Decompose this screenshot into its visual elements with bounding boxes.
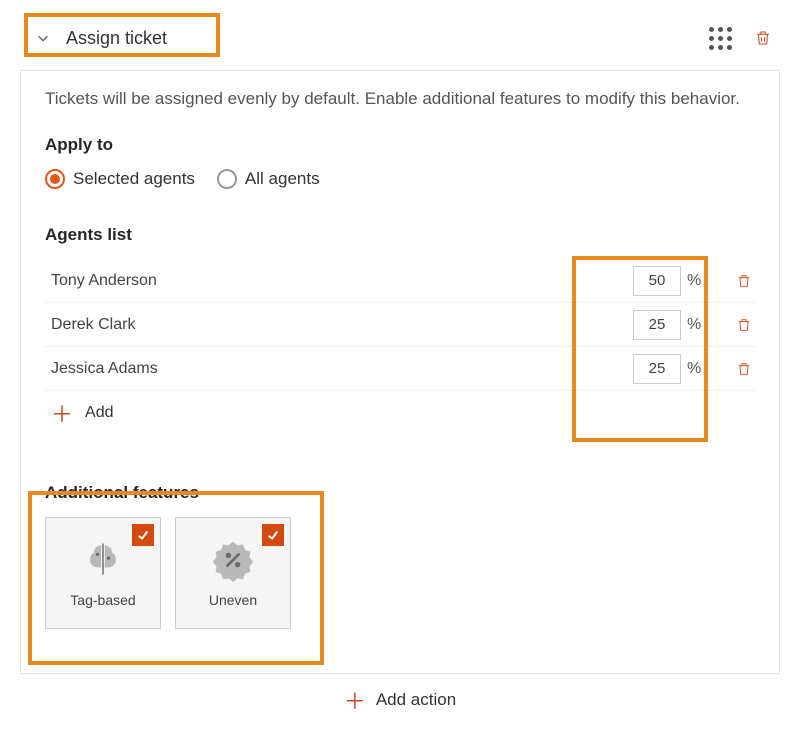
assign-ticket-card: Tickets will be assigned evenly by defau… xyxy=(20,70,780,674)
checkmark-icon xyxy=(262,524,284,546)
percent-symbol: % xyxy=(687,272,723,290)
agent-row: Derek Clark % xyxy=(45,303,755,347)
radio-dot-icon xyxy=(217,169,237,189)
delete-agent-button[interactable] xyxy=(733,270,755,292)
radio-selected-agents[interactable]: Selected agents xyxy=(45,169,195,189)
apps-grid-icon[interactable] xyxy=(706,24,734,52)
collapse-toggle[interactable]: Assign ticket xyxy=(20,22,197,55)
plus-icon: ＋ xyxy=(45,397,73,429)
plus-icon: ＋ xyxy=(344,684,366,716)
delete-panel-button[interactable] xyxy=(750,25,776,51)
radio-label: Selected agents xyxy=(73,169,195,189)
panel-header: Assign ticket xyxy=(20,14,780,62)
agent-name: Tony Anderson xyxy=(45,272,633,290)
agent-row: Jessica Adams % xyxy=(45,347,755,391)
feature-label: Tag-based xyxy=(70,592,135,608)
feature-tiles: Tag-based Uneven xyxy=(45,517,755,629)
chevron-down-icon xyxy=(36,31,50,45)
agent-percent-input[interactable] xyxy=(633,266,681,296)
delete-agent-button[interactable] xyxy=(733,314,755,336)
panel-title: Assign ticket xyxy=(66,28,167,49)
agent-percent-input[interactable] xyxy=(633,310,681,340)
agent-row: Tony Anderson % xyxy=(45,259,755,303)
delete-agent-button[interactable] xyxy=(733,358,755,380)
add-action-button[interactable]: ＋ Add action xyxy=(20,680,780,720)
agent-name: Jessica Adams xyxy=(45,360,633,378)
add-agent-label: Add xyxy=(85,404,113,422)
radio-label: All agents xyxy=(245,169,320,189)
percent-symbol: % xyxy=(687,316,723,334)
percent-badge-icon xyxy=(211,538,255,582)
brain-icon xyxy=(81,538,125,582)
apply-to-radio-group: Selected agents All agents xyxy=(45,169,755,189)
checkmark-icon xyxy=(132,524,154,546)
agent-name: Derek Clark xyxy=(45,316,633,334)
radio-all-agents[interactable]: All agents xyxy=(217,169,320,189)
agent-percent-input[interactable] xyxy=(633,354,681,384)
radio-dot-icon xyxy=(45,169,65,189)
panel-description: Tickets will be assigned evenly by defau… xyxy=(45,89,755,109)
feature-label: Uneven xyxy=(209,592,257,608)
add-action-label: Add action xyxy=(376,690,456,710)
add-agent-button[interactable]: ＋ Add xyxy=(45,391,755,435)
apply-to-title: Apply to xyxy=(45,135,755,155)
feature-tile-uneven[interactable]: Uneven xyxy=(175,517,291,629)
percent-symbol: % xyxy=(687,360,723,378)
feature-tile-tag-based[interactable]: Tag-based xyxy=(45,517,161,629)
agents-list-title: Agents list xyxy=(45,225,755,245)
additional-features-title: Additional features xyxy=(45,483,755,503)
